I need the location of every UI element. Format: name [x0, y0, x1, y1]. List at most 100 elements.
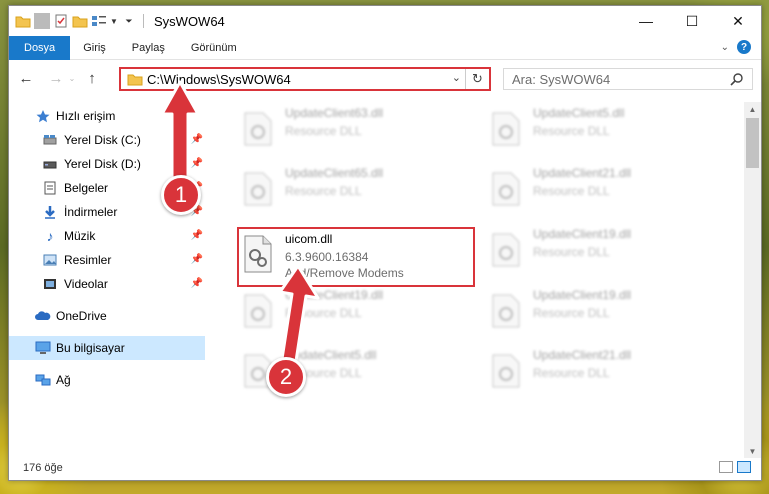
file-item[interactable]: UpdateClient19.dll Resource DLL — [485, 284, 717, 342]
sidebar-item-label: Bu bilgisayar — [56, 341, 125, 355]
tab-view[interactable]: Görünüm — [178, 36, 250, 60]
new-folder-icon[interactable] — [72, 13, 88, 29]
details-view-icon[interactable] — [719, 461, 733, 473]
up-button[interactable]: ↑ — [81, 70, 103, 87]
ribbon-tabs: Dosya Giriş Paylaş Görünüm ⌄ ? — [9, 35, 761, 60]
window-title: SysWOW64 — [154, 13, 225, 29]
file-type: Resource DLL — [285, 124, 362, 138]
pin-icon[interactable]: 📌 — [191, 254, 203, 265]
pictures-icon — [42, 252, 58, 268]
star-icon — [35, 108, 51, 124]
file-type: Resource DLL — [533, 366, 610, 380]
customize-toolbar-icon[interactable]: ⏷ — [121, 13, 137, 29]
file-name: UpdateClient19.dll — [533, 227, 632, 241]
annotation-badge-1: 1 — [161, 175, 201, 215]
file-item[interactable]: UpdateClient65.dll Resource DLL — [237, 162, 469, 220]
scrollbar-thumb[interactable] — [746, 118, 759, 168]
file-item[interactable]: UpdateClient21.dll Resource DLL — [485, 344, 717, 402]
videos-icon — [42, 276, 58, 292]
dll-file-icon — [491, 233, 521, 270]
recent-locations-icon[interactable]: ⌄ — [67, 74, 77, 83]
tiles-view-icon[interactable] — [737, 461, 751, 473]
pin-icon[interactable]: 📌 — [191, 278, 203, 289]
sidebar-item-network[interactable]: Ağ — [9, 368, 205, 392]
dll-file-icon — [491, 172, 521, 209]
sidebar-item-onedrive[interactable]: OneDrive — [9, 304, 205, 328]
folder-icon — [127, 72, 143, 89]
refresh-button[interactable]: ↻ — [465, 69, 489, 89]
sidebar-item-label: Ağ — [56, 373, 71, 387]
pin-icon[interactable]: 📌 — [191, 230, 203, 241]
file-type: Resource DLL — [533, 184, 610, 198]
forward-button[interactable]: → — [45, 70, 67, 87]
network-icon — [35, 372, 51, 388]
cloud-icon — [35, 308, 51, 324]
view-layout-icon[interactable] — [91, 13, 107, 29]
file-name: UpdateClient63.dll — [285, 106, 384, 120]
explorer-window: ▼ ⏷ SysWOW64 — ☐ ✕ Dosya Giriş Paylaş Gö… — [8, 5, 762, 481]
sidebar-item-label: Müzik — [64, 229, 96, 243]
file-type: Resource DLL — [533, 245, 610, 259]
expand-ribbon-icon[interactable]: ⌄ — [721, 42, 729, 53]
sidebar-item-videos[interactable]: Videolar 📌 — [9, 272, 205, 296]
close-button[interactable]: ✕ — [715, 6, 761, 36]
search-placeholder: Ara: SysWOW64 — [512, 71, 611, 87]
title-bar: ▼ ⏷ SysWOW64 — ☐ ✕ — [9, 6, 761, 36]
computer-icon — [35, 340, 51, 356]
tab-home[interactable]: Giriş — [70, 36, 119, 60]
tab-share[interactable]: Paylaş — [119, 36, 178, 60]
music-icon: ♪ — [46, 228, 54, 244]
title-divider — [143, 14, 144, 28]
file-name: UpdateClient21.dll — [533, 348, 632, 362]
file-item[interactable]: UpdateClient21.dll Resource DLL — [485, 162, 717, 220]
file-name: UpdateClient19.dll — [533, 288, 632, 302]
file-item[interactable]: UpdateClient19.dll Resource DLL — [485, 223, 717, 281]
sidebar-item-music[interactable]: ♪ Müzik 📌 — [9, 224, 205, 248]
maximize-button[interactable]: ☐ — [669, 6, 715, 36]
toolbar-divider — [34, 13, 50, 29]
sidebar-item-pictures[interactable]: Resimler 📌 — [9, 248, 205, 272]
item-count: 176 öğe — [23, 462, 63, 474]
sidebar-item-label: Belgeler — [64, 181, 109, 195]
chevron-down-icon[interactable]: ▼ — [110, 13, 118, 29]
dll-file-icon — [491, 354, 521, 391]
file-name: UpdateClient65.dll — [285, 166, 384, 180]
properties-icon[interactable] — [53, 13, 69, 29]
sidebar-item-label: Yerel Disk (D:) — [64, 157, 141, 171]
file-name: UpdateClient21.dll — [533, 166, 632, 180]
sidebar-item-label: İndirmeler — [64, 205, 118, 219]
drive-icon — [42, 132, 58, 148]
window-controls: — ☐ ✕ — [623, 6, 761, 36]
drive-icon — [42, 156, 58, 172]
file-item[interactable]: UpdateClient5.dll Resource DLL — [485, 102, 717, 160]
minimize-button[interactable]: — — [623, 6, 669, 36]
sidebar-item-this-pc[interactable]: Bu bilgisayar — [9, 336, 205, 360]
file-type: Resource DLL — [533, 124, 610, 138]
ribbon-right-controls: ⌄ ? — [721, 40, 751, 54]
navigation-bar: ← → ⌄ ↑ C:\Windows\SysWOW64 ⌄ ↻ Ara: Sys… — [9, 60, 761, 96]
view-toggle — [719, 461, 751, 473]
quick-access-toolbar: ▼ ⏷ — [15, 13, 137, 29]
file-type: Resource DLL — [533, 306, 610, 320]
download-icon — [42, 204, 58, 220]
back-button[interactable]: ← — [15, 70, 37, 87]
file-name: uicom.dll — [285, 232, 333, 246]
dll-file-icon — [491, 112, 521, 149]
file-item[interactable]: UpdateClient63.dll Resource DLL — [237, 102, 469, 160]
tab-file[interactable]: Dosya — [9, 35, 71, 60]
dll-file-icon — [243, 172, 273, 209]
documents-icon — [42, 180, 58, 196]
vertical-scrollbar[interactable]: ▲ ▼ — [744, 102, 761, 458]
folder-icon[interactable] — [15, 13, 31, 29]
annotation-badge-2: 2 — [266, 357, 306, 397]
search-input[interactable]: Ara: SysWOW64 — [503, 68, 753, 90]
sidebar-item-label: OneDrive — [56, 309, 107, 323]
search-icon[interactable] — [730, 72, 744, 89]
chevron-down-icon[interactable]: ⌄ — [452, 71, 461, 84]
status-bar: 176 öğe — [9, 456, 761, 480]
dll-file-icon — [243, 112, 273, 149]
help-icon[interactable]: ? — [737, 40, 751, 54]
scroll-up-icon[interactable]: ▲ — [744, 102, 761, 116]
sidebar-item-label: Videolar — [64, 277, 108, 291]
file-type: Resource DLL — [285, 184, 362, 198]
